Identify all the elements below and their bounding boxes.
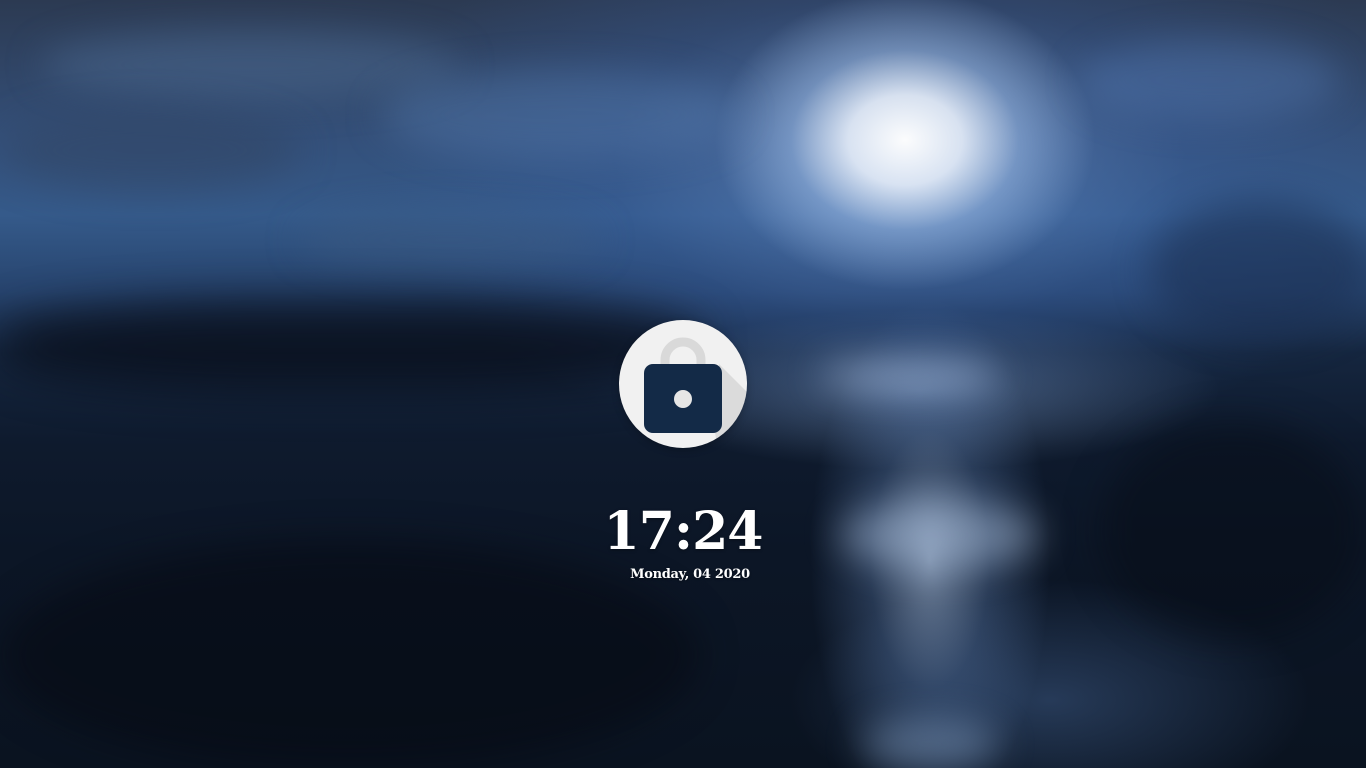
background-cloud xyxy=(1080,40,1340,120)
background-cloud xyxy=(380,70,740,160)
background-water-reflection xyxy=(860,720,1000,768)
clock-time: 17:24 xyxy=(603,501,764,562)
background-shore xyxy=(0,300,700,390)
background-cloud xyxy=(0,110,300,190)
background-cloud xyxy=(300,210,600,270)
background-water-reflection xyxy=(820,360,1000,390)
background-shadow xyxy=(1100,420,1366,640)
lock-screen: 17:24 Monday, 04 2020 xyxy=(0,0,1366,768)
lock-icon xyxy=(644,337,747,448)
unlock-button[interactable] xyxy=(619,320,747,448)
clock-date: Monday, 04 2020 xyxy=(630,567,750,582)
background-cloud xyxy=(1150,200,1366,340)
background-cloud xyxy=(40,30,460,100)
